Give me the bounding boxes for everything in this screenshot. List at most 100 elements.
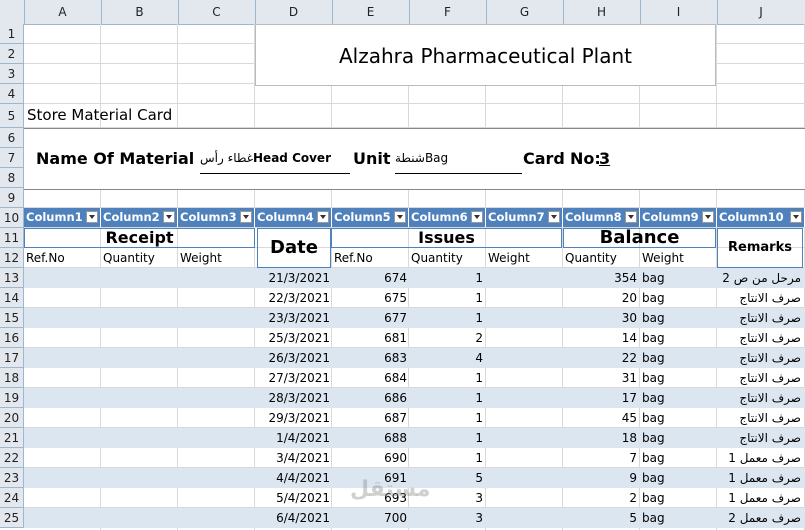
issues-quantity-cell[interactable]: 1 bbox=[409, 448, 483, 468]
issues-quantity-cell[interactable]: 1 bbox=[409, 288, 483, 308]
balance-quantity-cell[interactable]: 2 bbox=[563, 488, 637, 508]
column-header-e[interactable]: E bbox=[332, 0, 410, 24]
issues-refno-cell[interactable]: 684 bbox=[332, 368, 407, 388]
column-header-b[interactable]: B bbox=[101, 0, 179, 24]
remarks-cell[interactable]: صرف الانتاج bbox=[717, 348, 801, 368]
table-header-column5[interactable]: Column5 bbox=[332, 208, 409, 227]
filter-dropdown-icon[interactable] bbox=[625, 211, 637, 223]
balance-quantity-cell[interactable]: 45 bbox=[563, 408, 637, 428]
balance-quantity-cell[interactable]: 354 bbox=[563, 268, 637, 288]
table-header-column8[interactable]: Column8 bbox=[563, 208, 640, 227]
row-header-4[interactable]: 4 bbox=[0, 84, 24, 104]
balance-quantity-subheader[interactable]: Quantity bbox=[565, 251, 617, 265]
date-cell[interactable]: 29/3/2021 bbox=[255, 408, 330, 428]
receipt-refno-subheader[interactable]: Ref.No bbox=[26, 251, 65, 265]
balance-weight-cell[interactable]: bag bbox=[642, 428, 716, 448]
table-header-column3[interactable]: Column3 bbox=[178, 208, 255, 227]
issues-quantity-cell[interactable]: 1 bbox=[409, 368, 483, 388]
issues-refno-cell[interactable]: 700 bbox=[332, 508, 407, 528]
row-header-7[interactable]: 7 bbox=[0, 148, 24, 168]
row-header-19[interactable]: 19 bbox=[0, 388, 24, 408]
row-header-9[interactable]: 9 bbox=[0, 188, 24, 208]
table-row[interactable]: 25/3/2021 681 2 14 bag صرف الانتاج bbox=[24, 328, 805, 348]
balance-quantity-cell[interactable]: 20 bbox=[563, 288, 637, 308]
balance-weight-cell[interactable]: bag bbox=[642, 448, 716, 468]
date-cell[interactable]: 1/4/2021 bbox=[255, 428, 330, 448]
balance-weight-cell[interactable]: bag bbox=[642, 488, 716, 508]
remarks-cell[interactable]: صرف معمل 1 bbox=[717, 488, 801, 508]
issues-quantity-cell[interactable]: 2 bbox=[409, 328, 483, 348]
row-header-13[interactable]: 13 bbox=[0, 268, 24, 288]
issues-refno-cell[interactable]: 683 bbox=[332, 348, 407, 368]
balance-weight-subheader[interactable]: Weight bbox=[642, 251, 684, 265]
remarks-cell[interactable]: صرف الانتاج bbox=[717, 288, 801, 308]
balance-weight-cell[interactable]: bag bbox=[642, 368, 716, 388]
receipt-group-header[interactable]: Receipt bbox=[24, 228, 255, 248]
row-header-8[interactable]: 8 bbox=[0, 168, 24, 188]
row-header-1[interactable]: 1 bbox=[0, 24, 24, 44]
filter-dropdown-icon[interactable] bbox=[471, 211, 483, 223]
issues-quantity-cell[interactable]: 1 bbox=[409, 408, 483, 428]
remarks-cell[interactable]: صرف معمل 2 bbox=[717, 508, 801, 528]
remarks-group-header[interactable]: Remarks bbox=[717, 228, 803, 268]
issues-refno-cell[interactable]: 674 bbox=[332, 268, 407, 288]
row-header-5[interactable]: 5 bbox=[0, 104, 24, 128]
row-header-17[interactable]: 17 bbox=[0, 348, 24, 368]
remarks-cell[interactable]: مرحل من ص 2 bbox=[717, 268, 801, 288]
row-header-25[interactable]: 25 bbox=[0, 508, 24, 528]
filter-dropdown-icon[interactable] bbox=[240, 211, 252, 223]
balance-quantity-cell[interactable]: 31 bbox=[563, 368, 637, 388]
table-header-column9[interactable]: Column9 bbox=[640, 208, 717, 227]
balance-quantity-cell[interactable]: 7 bbox=[563, 448, 637, 468]
balance-quantity-cell[interactable]: 5 bbox=[563, 508, 637, 528]
table-header-column4[interactable]: Column4 bbox=[255, 208, 332, 227]
remarks-cell[interactable]: صرف معمل 1 bbox=[717, 448, 801, 468]
balance-quantity-cell[interactable]: 14 bbox=[563, 328, 637, 348]
remarks-cell[interactable]: صرف معمل 1 bbox=[717, 468, 801, 488]
issues-quantity-cell[interactable]: 1 bbox=[409, 388, 483, 408]
balance-weight-cell[interactable]: bag bbox=[642, 308, 716, 328]
date-cell[interactable]: 3/4/2021 bbox=[255, 448, 330, 468]
table-header-column1[interactable]: Column1 bbox=[24, 208, 101, 227]
date-cell[interactable]: 23/3/2021 bbox=[255, 308, 330, 328]
table-header-column2[interactable]: Column2 bbox=[101, 208, 178, 227]
remarks-cell[interactable]: صرف الانتاج bbox=[717, 368, 801, 388]
row-header-23[interactable]: 23 bbox=[0, 468, 24, 488]
table-row[interactable]: 23/3/2021 677 1 30 bag صرف الانتاج bbox=[24, 308, 805, 328]
balance-group-header[interactable]: Balance bbox=[563, 228, 716, 248]
remarks-cell[interactable]: صرف الانتاج bbox=[717, 388, 801, 408]
column-header-i[interactable]: I bbox=[640, 0, 718, 24]
date-group-header[interactable]: Date bbox=[257, 228, 331, 268]
filter-dropdown-icon[interactable] bbox=[86, 211, 98, 223]
date-cell[interactable]: 25/3/2021 bbox=[255, 328, 330, 348]
table-row[interactable]: 3/4/2021 690 1 7 bag صرف معمل 1 bbox=[24, 448, 805, 468]
row-header-22[interactable]: 22 bbox=[0, 448, 24, 468]
issues-refno-subheader[interactable]: Ref.No bbox=[334, 251, 373, 265]
store-card-label[interactable]: Store Material Card bbox=[27, 106, 172, 124]
card-no-value[interactable]: 3 bbox=[599, 149, 610, 171]
date-cell[interactable]: 27/3/2021 bbox=[255, 368, 330, 388]
column-header-h[interactable]: H bbox=[563, 0, 641, 24]
date-cell[interactable]: 26/3/2021 bbox=[255, 348, 330, 368]
row-header-21[interactable]: 21 bbox=[0, 428, 24, 448]
column-header-a[interactable]: A bbox=[24, 0, 102, 24]
row-header-10[interactable]: 10 bbox=[0, 208, 24, 228]
receipt-weight-subheader[interactable]: Weight bbox=[180, 251, 222, 265]
issues-group-header[interactable]: Issues bbox=[331, 228, 562, 248]
table-row[interactable]: 6/4/2021 700 3 5 bag صرف معمل 2 bbox=[24, 508, 805, 528]
column-header-g[interactable]: G bbox=[486, 0, 564, 24]
balance-weight-cell[interactable]: bag bbox=[642, 408, 716, 428]
issues-weight-subheader[interactable]: Weight bbox=[488, 251, 530, 265]
balance-weight-cell[interactable]: bag bbox=[642, 328, 716, 348]
table-row[interactable]: 28/3/2021 686 1 17 bag صرف الانتاج bbox=[24, 388, 805, 408]
row-header-16[interactable]: 16 bbox=[0, 328, 24, 348]
date-cell[interactable]: 4/4/2021 bbox=[255, 468, 330, 488]
balance-weight-cell[interactable]: bag bbox=[642, 468, 716, 488]
plant-title[interactable]: Alzahra Pharmaceutical Plant bbox=[255, 24, 716, 86]
issues-quantity-cell[interactable]: 1 bbox=[409, 428, 483, 448]
row-header-24[interactable]: 24 bbox=[0, 488, 24, 508]
table-row[interactable]: 26/3/2021 683 4 22 bag صرف الانتاج bbox=[24, 348, 805, 368]
remarks-cell[interactable]: صرف الانتاج bbox=[717, 428, 801, 448]
table-row[interactable]: 21/3/2021 674 1 354 bag مرحل من ص 2 bbox=[24, 268, 805, 288]
balance-weight-cell[interactable]: bag bbox=[642, 388, 716, 408]
